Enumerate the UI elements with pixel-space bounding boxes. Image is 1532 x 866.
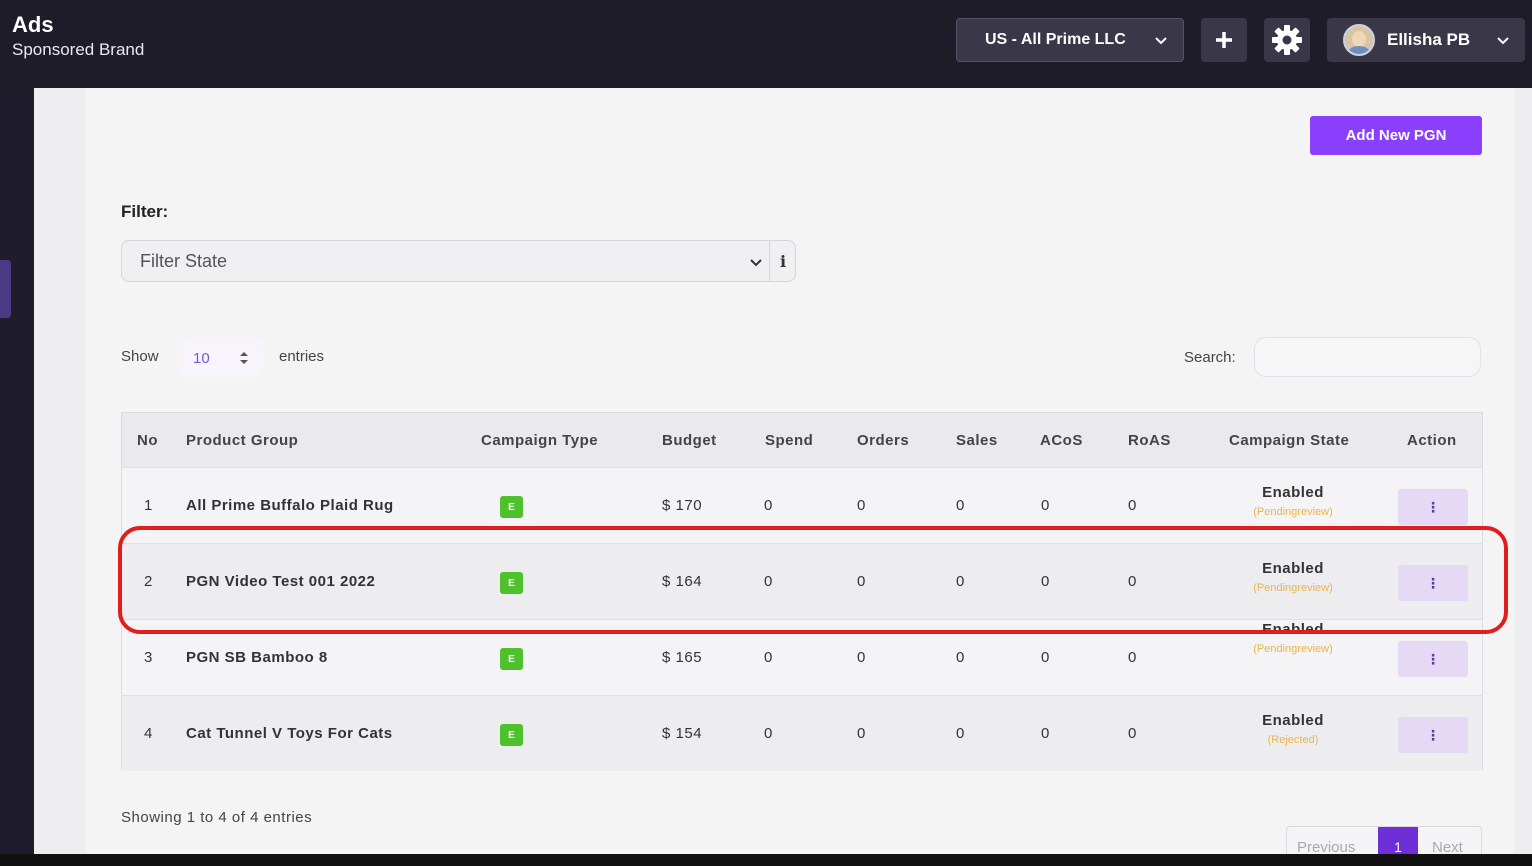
sales-cell: 0 <box>956 725 965 742</box>
user-name: Ellisha PB <box>1387 30 1471 49</box>
column-header-acos[interactable]: ACoS <box>1040 432 1083 449</box>
campaign-type-badge: E <box>500 496 523 518</box>
top-bar: Ads Sponsored Brand US - All Prime LLC E… <box>0 0 1532 88</box>
spend-cell: 0 <box>764 497 773 514</box>
column-header-campaign-state[interactable]: Campaign State <box>1229 432 1349 449</box>
campaign-type-badge: E <box>500 648 523 670</box>
campaign-state-cell: Enabled (Rejected) <box>1223 712 1363 746</box>
filter-state-select[interactable]: Filter State i <box>121 240 796 282</box>
orders-cell: 0 <box>857 649 866 666</box>
sidebar <box>0 88 34 866</box>
gear-icon <box>1272 25 1302 55</box>
column-header-budget[interactable]: Budget <box>662 432 717 449</box>
search-input[interactable] <box>1254 337 1481 377</box>
page-subtitle: Sponsored Brand <box>12 40 145 59</box>
column-header-roas[interactable]: RoAS <box>1128 432 1171 449</box>
chevron-down-icon <box>1497 37 1509 45</box>
column-header-product-group[interactable]: Product Group <box>186 432 298 449</box>
state-note: (Rejected) <box>1267 734 1319 746</box>
budget-cell: $ 170 <box>662 497 703 514</box>
orders-cell: 0 <box>857 497 866 514</box>
add-button[interactable] <box>1201 18 1247 62</box>
orders-cell: 0 <box>857 725 866 742</box>
product-group-cell: PGN SB Bamboo 8 <box>186 649 328 666</box>
entries-label: entries <box>279 348 325 365</box>
row-no: 3 <box>144 649 153 666</box>
search-label: Search: <box>1184 349 1236 366</box>
state-note: (Pendingreview) <box>1253 643 1333 655</box>
filter-label: Filter: <box>121 202 169 221</box>
filter-state-placeholder: Filter State <box>140 250 228 271</box>
state-label: Enabled <box>1262 712 1324 729</box>
chevron-down-icon <box>1155 37 1167 45</box>
column-header-orders[interactable]: Orders <box>857 432 909 449</box>
table-row: 4 Cat Tunnel V Toys For Cats E $ 154 0 0… <box>122 695 1482 771</box>
row-no: 1 <box>144 497 153 514</box>
state-note: (Pendingreview) <box>1253 506 1333 518</box>
avatar <box>1343 24 1375 56</box>
page-title: Ads <box>12 12 54 37</box>
column-header-action: Action <box>1407 432 1457 449</box>
table-header: No Product Group Campaign Type Budget Sp… <box>122 413 1482 467</box>
plus-icon <box>1216 32 1232 48</box>
show-label: Show <box>121 348 159 365</box>
column-header-campaign-type[interactable]: Campaign Type <box>481 432 598 449</box>
acos-cell: 0 <box>1041 649 1050 666</box>
campaign-type-badge: E <box>500 724 523 746</box>
roas-cell: 0 <box>1128 497 1137 514</box>
column-header-spend[interactable]: Spend <box>765 432 813 449</box>
column-header-sales[interactable]: Sales <box>956 432 998 449</box>
roas-cell: 0 <box>1128 649 1137 666</box>
budget-cell: $ 165 <box>662 649 703 666</box>
account-select[interactable]: US - All Prime LLC <box>956 18 1184 62</box>
row-action-button[interactable]: ⋮ <box>1398 489 1468 525</box>
row-action-button[interactable]: ⋮ <box>1398 641 1468 677</box>
table-info: Showing 1 to 4 of 4 entries <box>121 809 313 826</box>
user-menu-button[interactable]: Ellisha PB <box>1327 18 1525 62</box>
sort-icon <box>240 352 248 364</box>
roas-cell: 0 <box>1128 725 1137 742</box>
bottom-edge <box>0 854 1532 866</box>
entries-select-value: 10 <box>193 349 210 367</box>
add-new-pgn-button[interactable]: Add New PGN <box>1310 116 1482 155</box>
column-header-no[interactable]: No <box>137 432 158 449</box>
state-label: Enabled <box>1262 484 1324 501</box>
settings-button[interactable] <box>1264 18 1310 62</box>
chevron-down-icon <box>750 259 762 267</box>
row-action-button[interactable]: ⋮ <box>1398 717 1468 753</box>
campaign-state-cell: Enabled (Pendingreview) <box>1223 484 1363 518</box>
acos-cell: 0 <box>1041 725 1050 742</box>
sales-cell: 0 <box>956 497 965 514</box>
row-no: 4 <box>144 725 153 742</box>
product-group-cell: Cat Tunnel V Toys For Cats <box>186 725 393 742</box>
acos-cell: 0 <box>1041 497 1050 514</box>
sidebar-active-marker[interactable] <box>0 260 11 318</box>
sales-cell: 0 <box>956 649 965 666</box>
budget-cell: $ 154 <box>662 725 703 742</box>
entries-select[interactable]: 10 <box>180 338 263 378</box>
product-group-cell: All Prime Buffalo Plaid Rug <box>186 497 394 514</box>
account-select-label: US - All Prime LLC <box>985 31 1126 48</box>
spend-cell: 0 <box>764 649 773 666</box>
info-icon[interactable]: i <box>769 241 796 281</box>
spend-cell: 0 <box>764 725 773 742</box>
highlight-annotation <box>118 526 1508 634</box>
